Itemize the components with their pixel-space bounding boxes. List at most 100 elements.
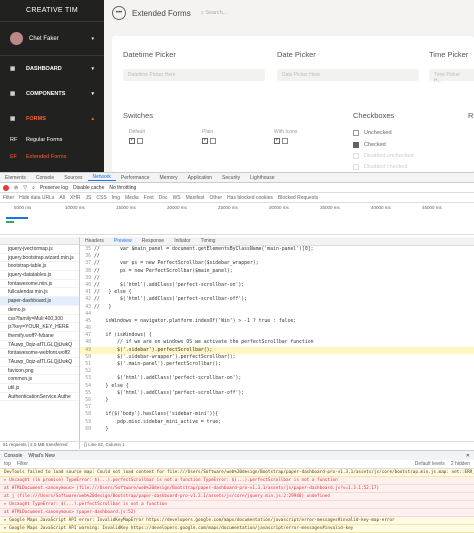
line-number: 45 xyxy=(85,318,91,324)
line-number: 49 xyxy=(85,347,91,353)
request-row[interactable]: AuthenticationService.Authe xyxy=(0,393,79,402)
tab-preview[interactable]: Preview xyxy=(109,238,137,244)
request-row[interactable]: jquery-datatables.js xyxy=(0,271,79,280)
filter-img[interactable]: Img xyxy=(112,195,120,201)
console-filter-input[interactable]: Filter xyxy=(17,461,28,467)
sidebar-item-dashboard[interactable]: ▦ DASHBOARD ▾ xyxy=(0,56,104,81)
log-levels-select[interactable]: Default levels xyxy=(415,461,445,467)
filter-media[interactable]: Media xyxy=(125,195,139,201)
request-row[interactable]: jquery.bootstrap.wizard.min.js xyxy=(0,254,79,263)
request-row[interactable]: favicon.png xyxy=(0,367,79,376)
checkbox-box xyxy=(353,142,359,148)
switch-plain-checkbox[interactable] xyxy=(202,137,208,144)
request-row[interactable]: themify.woff?-fvbane xyxy=(0,332,79,341)
request-row[interactable]: 7Auwp_0qiz-afTLGLQjUwkQ xyxy=(0,341,79,350)
disable-cache-checkbox[interactable]: Disable cache xyxy=(73,185,104,191)
tab-performance[interactable]: Performance xyxy=(116,175,155,181)
filter-hide-data-urls[interactable]: Hide data URLs xyxy=(19,195,54,201)
request-row[interactable]: common.js xyxy=(0,375,79,384)
request-row[interactable]: util.js xyxy=(0,384,79,393)
brand-logo[interactable]: CREATIVE TIM xyxy=(0,0,104,22)
switch-icons-checkbox[interactable] xyxy=(282,138,288,144)
tab-response[interactable]: Response xyxy=(137,238,170,244)
request-row[interactable]: fontawesome.min.js xyxy=(0,280,79,289)
code-line: 48 // if we are on windows OS we activat… xyxy=(80,339,474,346)
code-text: // $('html').addClass('perfect-scrollbar… xyxy=(94,282,245,288)
filter-icon[interactable]: ▽ xyxy=(23,185,27,191)
user-menu[interactable]: Chet Faker ▾ xyxy=(0,22,104,56)
request-row[interactable]: css?family=Muli:400,300 xyxy=(0,315,79,324)
datetime-picker-input[interactable]: Datetime Picker Here xyxy=(123,69,265,81)
record-icon[interactable] xyxy=(3,184,9,191)
throttling-select[interactable]: No throttling xyxy=(109,185,136,191)
menu-toggle-button[interactable]: ••• xyxy=(112,6,126,20)
tab-network[interactable]: Network xyxy=(87,174,116,181)
request-row[interactable]: jquery-jvectormap.js xyxy=(0,245,79,254)
console-message: ▸ Google Maps JavaScript API warning: In… xyxy=(0,525,474,533)
filter-other[interactable]: Other xyxy=(210,195,223,201)
filter-blocked-requests[interactable]: Blocked Requests xyxy=(278,195,318,201)
checkbox-unchecked[interactable]: Unchecked xyxy=(353,130,392,136)
context-select[interactable]: top xyxy=(4,461,11,467)
code-text: $('html').addClass('perfect-scrollbar-of… xyxy=(94,390,245,396)
timeline-tick: 35000 ms xyxy=(320,205,340,210)
line-number: 59 xyxy=(85,419,91,425)
line-number: 40 xyxy=(85,282,91,288)
tab-whats-new[interactable]: What's New xyxy=(28,453,55,459)
tab-headers[interactable]: Headers xyxy=(80,238,109,244)
close-icon[interactable]: ✕ xyxy=(466,453,474,459)
tab-application[interactable]: Application xyxy=(183,175,217,181)
request-row[interactable]: bootstrap-table.js xyxy=(0,262,79,272)
sidebar-item-forms[interactable]: ▦ FORMS ▴ xyxy=(0,106,104,131)
line-number: 51 xyxy=(85,362,91,367)
filter-filter[interactable]: Filter xyxy=(3,195,14,201)
switch-icons-checkbox[interactable] xyxy=(274,137,280,144)
filter-all[interactable]: All xyxy=(59,195,65,201)
search-icon[interactable]: ⌕ xyxy=(32,185,35,191)
request-row[interactable]: demo.js xyxy=(0,306,79,315)
tab-memory[interactable]: Memory xyxy=(155,175,183,181)
network-timeline[interactable]: 5000 ms 10000 ms 15000 ms 20000 ms 25000 ms 3… xyxy=(0,203,474,235)
filter-font[interactable]: Font xyxy=(144,195,154,201)
request-row[interactable]: fullcalendar.min.js xyxy=(0,288,79,298)
code-line: 60 } xyxy=(80,426,474,433)
switch-default-checkbox[interactable] xyxy=(137,138,143,144)
sidebar-item-components[interactable]: ▦ COMPONENTS ▾ xyxy=(0,81,104,106)
request-row[interactable]: fontawesome-webfont.woff2 xyxy=(0,349,79,358)
console-message: at j (file:///Users/Software/web%20desig… xyxy=(0,493,474,501)
checkbox-checked[interactable]: Checked xyxy=(353,142,386,148)
filter-js[interactable]: JS xyxy=(86,195,92,201)
request-row[interactable]: 7Auwp_0qiz-afTLGLQjUwkQ xyxy=(0,358,79,367)
tab-console[interactable]: Console xyxy=(4,453,22,459)
switch-default-checkbox[interactable] xyxy=(129,137,135,144)
filter-doc[interactable]: Doc xyxy=(159,195,168,201)
time-picker-input[interactable]: Time Picker H... xyxy=(429,69,474,84)
request-row[interactable]: paper-dashboard.js xyxy=(0,297,79,306)
request-detail-tabs: Headers Preview Response Initiator Timing xyxy=(80,237,474,246)
code-line: 47 if (isWindows) { xyxy=(80,332,474,339)
filter-ws[interactable]: WS xyxy=(173,195,181,201)
hidden-count: 2 hidden xyxy=(450,461,470,467)
filter-xhr[interactable]: XHR xyxy=(70,195,81,201)
tab-initiator[interactable]: Initiator xyxy=(169,238,195,244)
code-text: } else { xyxy=(94,383,129,389)
tab-security[interactable]: Security xyxy=(217,175,245,181)
filter-css[interactable]: CSS xyxy=(96,195,106,201)
search-field[interactable]: ⌕ Search... xyxy=(201,10,228,17)
sidebar-subitem[interactable]: RF Regular Forms xyxy=(0,131,104,148)
tab-elements[interactable]: Elements xyxy=(0,175,31,181)
filter-has-blocked-cookies[interactable]: Has blocked cookies xyxy=(227,195,273,201)
tab-timing[interactable]: Timing xyxy=(196,238,221,244)
code-line: 36// xyxy=(80,253,474,260)
clear-icon[interactable]: ⊘ xyxy=(14,185,18,191)
tab-console[interactable]: Console xyxy=(31,175,59,181)
tab-lighthouse[interactable]: Lighthouse xyxy=(245,175,279,181)
sidebar-subitem[interactable]: EF Extended Forms xyxy=(0,148,104,165)
filter-manifest[interactable]: Manifest xyxy=(186,195,205,201)
switch-plain-checkbox[interactable] xyxy=(210,138,216,144)
date-picker-input[interactable]: Date Picker Here xyxy=(277,69,419,81)
request-row[interactable]: js?key=YOUR_KEY_HERE xyxy=(0,323,79,332)
tab-sources[interactable]: Sources xyxy=(59,175,87,181)
sidebar-subitem-abbr: RF xyxy=(10,136,18,143)
preserve-log-checkbox[interactable]: Preserve log xyxy=(40,185,68,191)
